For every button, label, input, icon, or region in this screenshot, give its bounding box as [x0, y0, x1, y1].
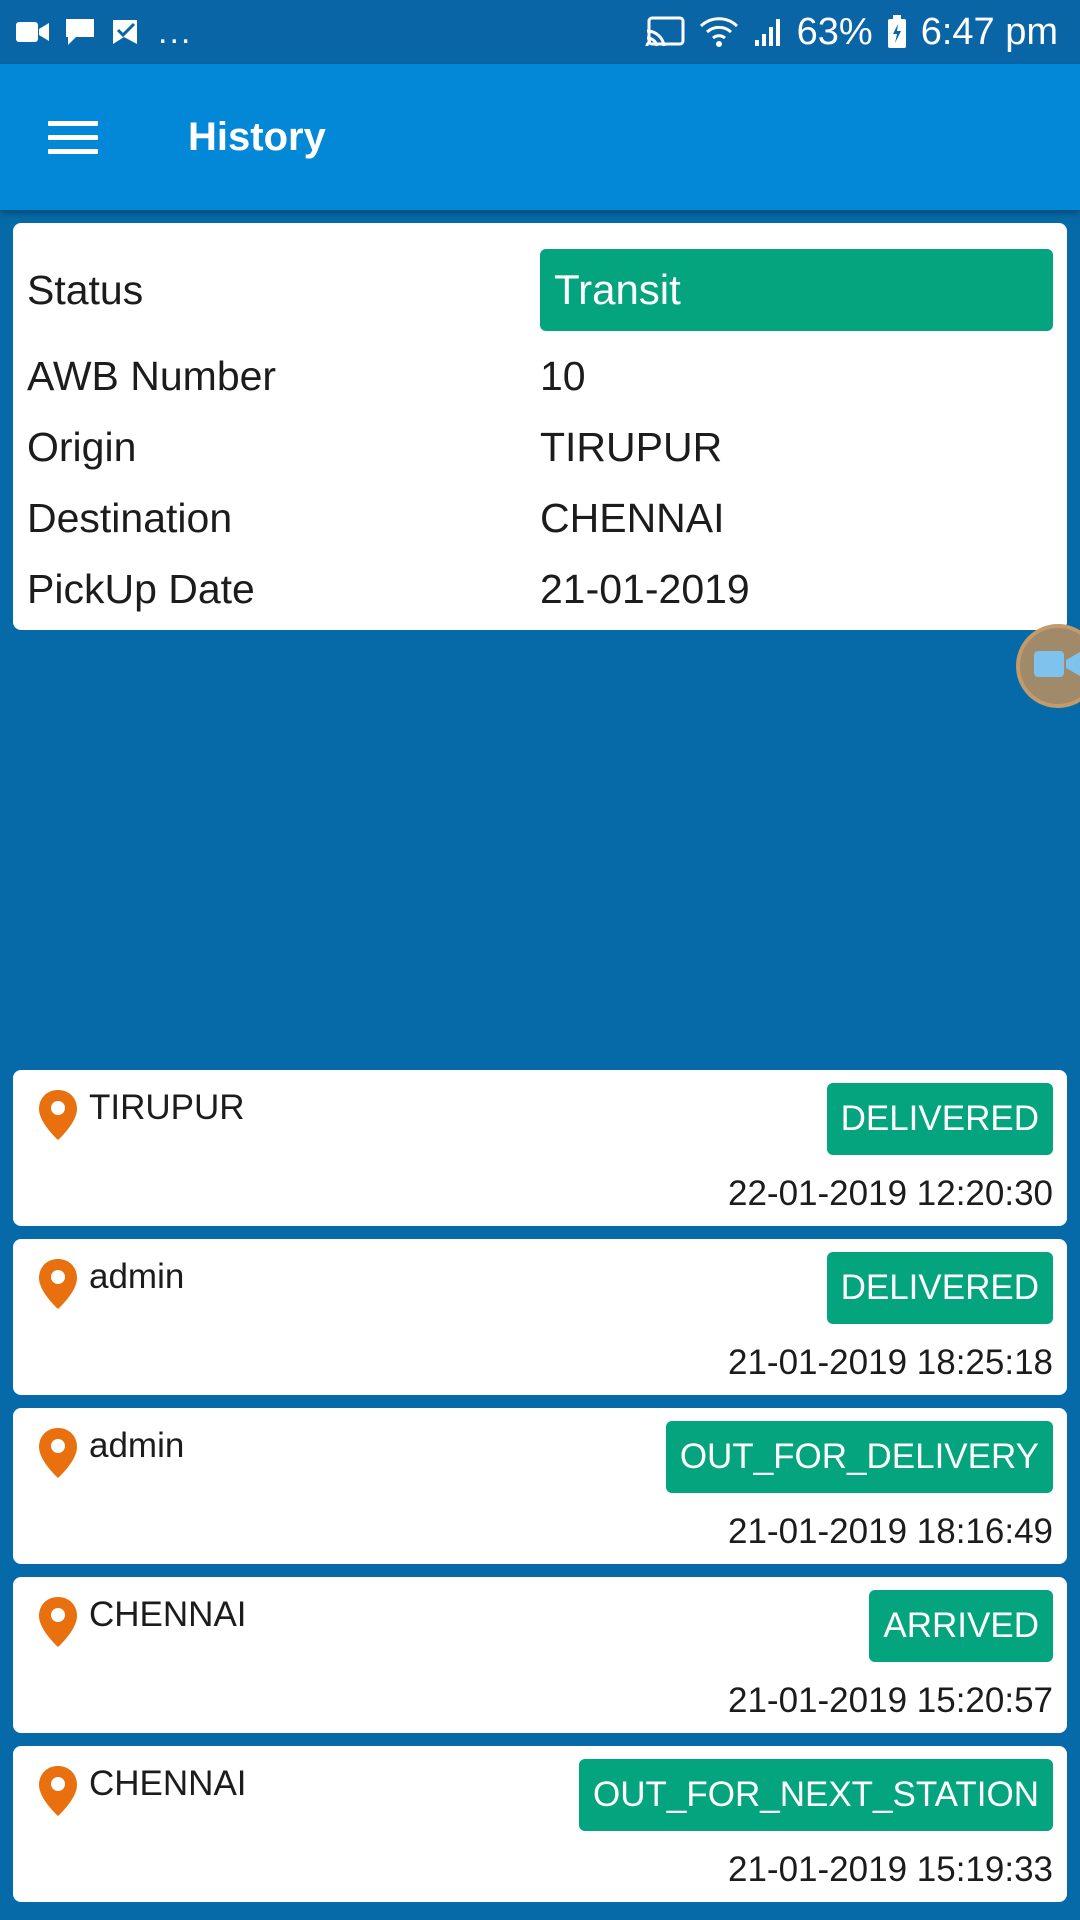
history-item: CHENNAI OUT_FOR_NEXT_STATION 21-01-2019 … — [13, 1746, 1067, 1902]
app-bar: History — [0, 64, 1080, 210]
cast-icon — [645, 16, 685, 48]
system-icons: 63% 6:47 pm — [645, 11, 1058, 54]
pickup-date-label: PickUp Date — [27, 565, 255, 612]
status-label: Status — [27, 266, 144, 313]
location-pin-icon — [37, 1764, 79, 1823]
clock: 6:47 pm — [920, 10, 1058, 53]
menu-icon — [48, 112, 98, 163]
checklist-icon — [110, 17, 140, 47]
history-item: admin OUT_FOR_DELIVERY 21-01-2019 18:16:… — [13, 1408, 1067, 1564]
info-row-origin: Origin TIRUPUR — [27, 417, 1053, 477]
history-location: CHENNAI — [89, 1595, 247, 1634]
destination-label: Destination — [27, 494, 233, 541]
history-item: CHENNAI ARRIVED 21-01-2019 15:20:57 — [13, 1577, 1067, 1733]
history-status-badge: OUT_FOR_NEXT_STATION — [579, 1759, 1053, 1831]
history-location: CHENNAI — [89, 1764, 247, 1803]
history-location: TIRUPUR — [89, 1088, 245, 1127]
signal-icon — [753, 16, 783, 48]
destination-value: CHENNAI — [540, 494, 725, 541]
page-title: History — [188, 114, 326, 159]
history-location: admin — [89, 1257, 185, 1296]
info-row-awb: AWB Number 10 — [27, 346, 1053, 406]
location-pin-icon — [37, 1088, 79, 1147]
origin-value: TIRUPUR — [540, 423, 723, 470]
history-datetime: 21-01-2019 18:25:18 — [728, 1343, 1053, 1382]
status-bar: ... 63% 6:47 pm — [0, 0, 1080, 64]
status-value-badge: Transit — [540, 249, 1053, 331]
battery-percentage: 63% — [796, 10, 873, 53]
notification-icons: ... — [16, 13, 192, 52]
history-status-badge: ARRIVED — [869, 1590, 1053, 1662]
battery-icon — [887, 15, 907, 49]
info-row-destination: Destination CHENNAI — [27, 488, 1053, 548]
info-row-pickup-date: PickUp Date 21-01-2019 — [27, 559, 1053, 619]
awb-value: 10 — [540, 352, 586, 399]
history-datetime: 22-01-2019 12:20:30 — [728, 1174, 1053, 1213]
shipment-info-card: Status Transit AWB Number 10 Origin TIRU… — [13, 223, 1067, 630]
history-item: admin DELIVERED 21-01-2019 18:25:18 — [13, 1239, 1067, 1395]
history-status-badge: OUT_FOR_DELIVERY — [665, 1421, 1053, 1493]
history-datetime: 21-01-2019 18:16:49 — [728, 1512, 1053, 1551]
history-datetime: 21-01-2019 15:20:57 — [728, 1681, 1053, 1720]
video-icon — [16, 19, 50, 45]
origin-label: Origin — [27, 423, 137, 470]
overflow-dots: ... — [158, 12, 193, 51]
floating-recorder-button[interactable] — [1016, 624, 1080, 708]
chat-icon — [64, 17, 96, 47]
history-datetime: 21-01-2019 15:19:33 — [728, 1850, 1053, 1889]
history-status-badge: DELIVERED — [826, 1252, 1053, 1324]
history-item: TIRUPUR DELIVERED 22-01-2019 12:20:30 — [13, 1070, 1067, 1226]
location-pin-icon — [37, 1426, 79, 1485]
awb-label: AWB Number — [27, 352, 277, 399]
video-camera-icon — [1034, 647, 1080, 686]
location-pin-icon — [37, 1595, 79, 1654]
location-pin-icon — [37, 1257, 79, 1316]
history-location: admin — [89, 1426, 185, 1465]
history-status-badge: DELIVERED — [826, 1083, 1053, 1155]
menu-button[interactable] — [0, 64, 146, 210]
wifi-icon — [699, 16, 739, 48]
pickup-date-value: 21-01-2019 — [540, 565, 750, 612]
